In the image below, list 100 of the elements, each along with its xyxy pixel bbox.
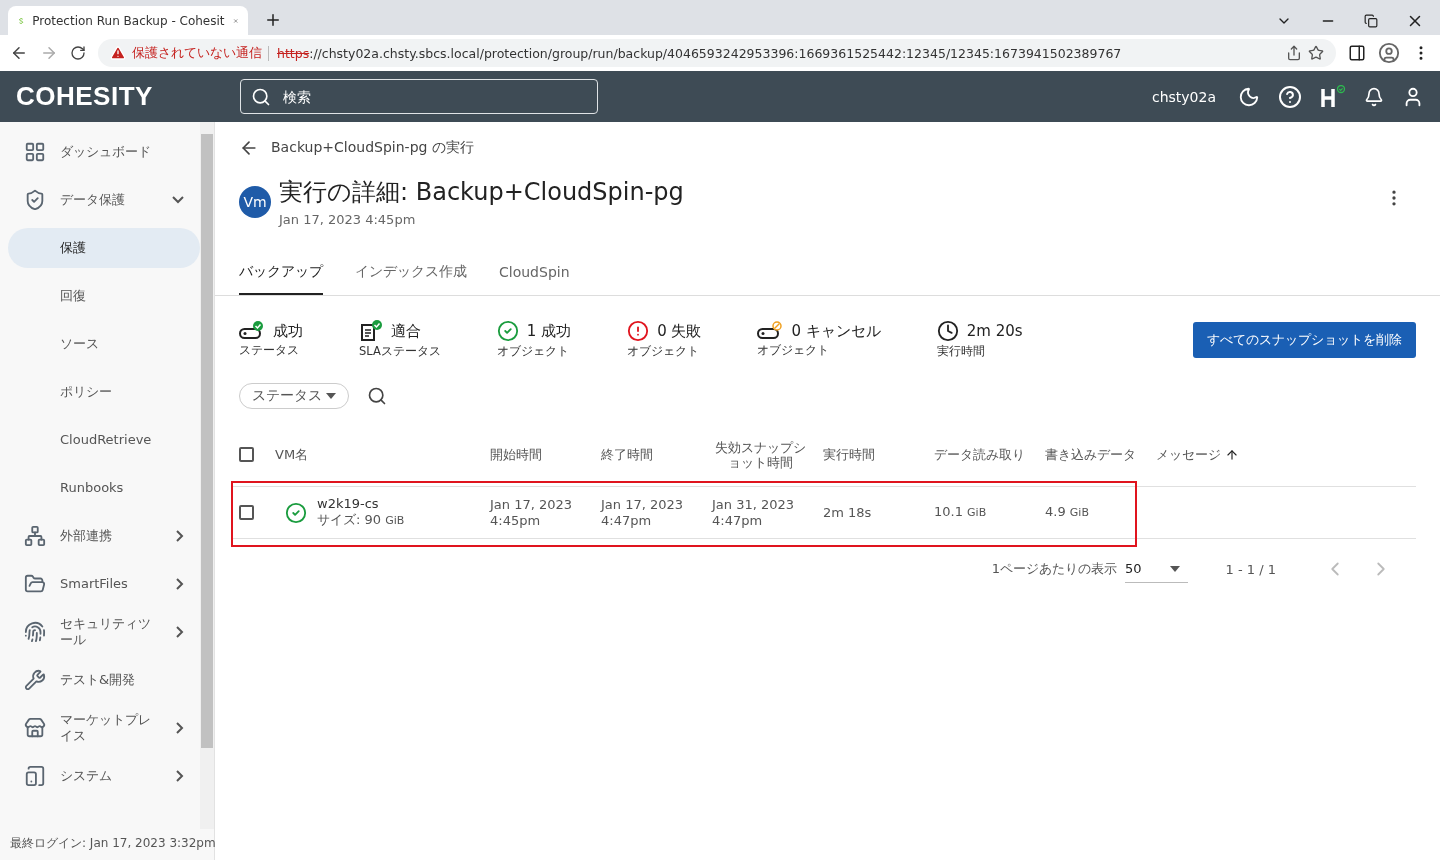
page-title: 実行の詳細: Backup+CloudSpin-pg [279,177,685,208]
avatar: Vm [239,186,271,218]
sidebar-subitem[interactable]: CloudRetrieve [8,420,201,460]
sidebar-item[interactable]: SmartFiles [8,564,201,604]
select-all-checkbox[interactable] [239,447,254,462]
cluster-name: chsty02a [1151,88,1216,105]
health-icon[interactable] [1320,84,1346,109]
vm-size: サイズ: 90 GiB [317,512,405,529]
folder-icon [24,573,46,595]
tab[interactable]: バックアップ [239,255,323,295]
run-success-icon [239,321,265,341]
table-cell-text: 10.1 GiB [934,504,988,521]
search-icon[interactable] [367,386,387,406]
security-warning: 保護されていない通信 [132,44,262,62]
column-header[interactable]: VM名 [275,447,309,462]
logo: COHESITY [16,81,154,112]
warning-icon [110,45,126,61]
chevron-right-icon [176,626,185,638]
sidebar-item[interactable]: ダッシュボード [8,132,201,172]
clock-icon [936,320,959,342]
sidebar-item[interactable]: 外部連携 [8,516,201,556]
column-header[interactable]: 実行時間 [823,447,875,462]
shield-icon [24,189,46,211]
chevron-right-icon [176,578,185,590]
stat-value: 成功 [273,321,303,341]
store-icon [24,717,46,739]
back-icon[interactable] [10,44,28,62]
delete-snapshots-button[interactable]: すべてのスナップショットを削除 [1193,321,1416,358]
search-icon [251,86,271,107]
dashboard-icon [24,141,46,163]
stat-label: SLAステータス [359,344,441,359]
run-cancelled-icon [757,321,784,341]
vm-name: w2k19-cs [317,496,380,512]
column-header[interactable]: 終了時間 [601,447,653,462]
alert-circle-icon [627,320,650,342]
moon-icon[interactable] [1238,85,1260,108]
row-checkbox[interactable] [239,505,254,520]
check-circle-icon [285,501,307,524]
browser-tab[interactable]: Protection Run Backup - Cohesit [8,6,248,35]
reload-icon[interactable] [70,45,86,61]
last-login-text: 最終ログイン: Jan 17, 2023 3:32pm [9,835,214,852]
table-cell-text: Jan 31, 2023 4:47pm [712,496,796,529]
hierarchy-icon [24,525,46,547]
column-header[interactable]: データ読み取り [934,447,1025,462]
per-page-label: 1ページあたりの表示 [991,560,1118,578]
sidebar-item[interactable]: マーケットプレイス [8,708,201,748]
sidebar-subitem[interactable]: 回復 [8,276,201,316]
stat-value: 2m 20s [966,322,1023,340]
stat-value: 0 失敗 [657,321,702,341]
column-header[interactable]: 失効スナップショット時間 [712,439,808,470]
table-cell-text: 4.9 GiB [1045,504,1090,521]
chevron-down-icon [172,196,185,204]
table-cell-text: Jan 17, 2023 4:45pm [490,496,574,529]
status-filter[interactable]: ステータス [239,383,349,409]
devices-icon [24,765,46,787]
sidebar-subitem[interactable]: ポリシー [8,372,201,412]
sidebar-item[interactable]: セキュリティツール [8,612,201,652]
chevron-right-icon [176,530,185,542]
tab[interactable]: CloudSpin [499,255,570,295]
tab[interactable]: インデックス作成 [355,255,467,295]
dropdown-caret-icon [326,393,336,399]
dropdown-caret-icon [1169,565,1180,572]
profile-icon[interactable] [1378,42,1400,64]
back-link[interactable]: Backup+CloudSpin-pg の実行 [271,139,474,157]
column-header[interactable]: 書き込みデータ [1045,447,1136,462]
share-icon[interactable] [1286,45,1302,61]
page-range: 1 - 1 / 1 [1225,561,1276,577]
search-input[interactable]: 検索 [281,87,587,106]
sidebar-item[interactable]: システム [8,756,201,796]
tab-title: Protection Run Backup - Cohesit [32,13,225,28]
sort-up-icon [1225,447,1239,462]
stat-label: 実行時間 [936,344,986,359]
column-header[interactable]: メッセージ [1156,447,1239,462]
url-text: https://chsty02a.chsty.sbcs.local/protection/group/run/backup/4046593242953396:1669361525442:12345/12345:1673941502389767 [268,45,1280,61]
search-field[interactable]: 検索 [240,79,598,114]
chevron-right-icon [176,770,185,782]
sidebar-item[interactable]: データ保護 [8,180,201,220]
side-panel-icon[interactable] [1348,44,1366,62]
column-header[interactable]: 開始時間 [490,447,542,462]
stat-label: ステータス [239,343,300,358]
stat-label: オブジェクト [757,343,831,358]
sidebar-subitem[interactable]: 保護 [8,228,201,268]
address-bar[interactable]: 保護されていない通信 https://chsty02a.chsty.sbcs.local/protection/group/run/backup/4046593242953396:1669361525442:12345/12345:1673941502389767 [98,39,1336,67]
stat-value: 適合 [391,321,421,341]
restore-icon[interactable] [1364,13,1378,28]
table-cell-text: Jan 17, 2023 4:47pm [601,496,685,529]
run-date: Jan 17, 2023 4:45pm [279,212,417,227]
bell-icon[interactable] [1364,86,1384,107]
sidebar-item[interactable]: テスト&開発 [8,660,201,700]
chevron-right-icon [176,722,185,734]
new-tab-icon[interactable] [264,11,282,29]
sidebar-subitem[interactable]: Runbooks [8,468,201,508]
stat-label: オブジェクト [496,344,570,359]
bookmark-icon[interactable] [1308,45,1324,61]
wrench-icon [24,669,46,691]
stat-value: 1 成功 [526,321,572,341]
per-page-select[interactable]: 50 [1125,555,1188,583]
sla-success-icon [359,320,383,342]
help-icon[interactable] [1278,84,1302,109]
sidebar-subitem[interactable]: ソース [8,324,201,364]
